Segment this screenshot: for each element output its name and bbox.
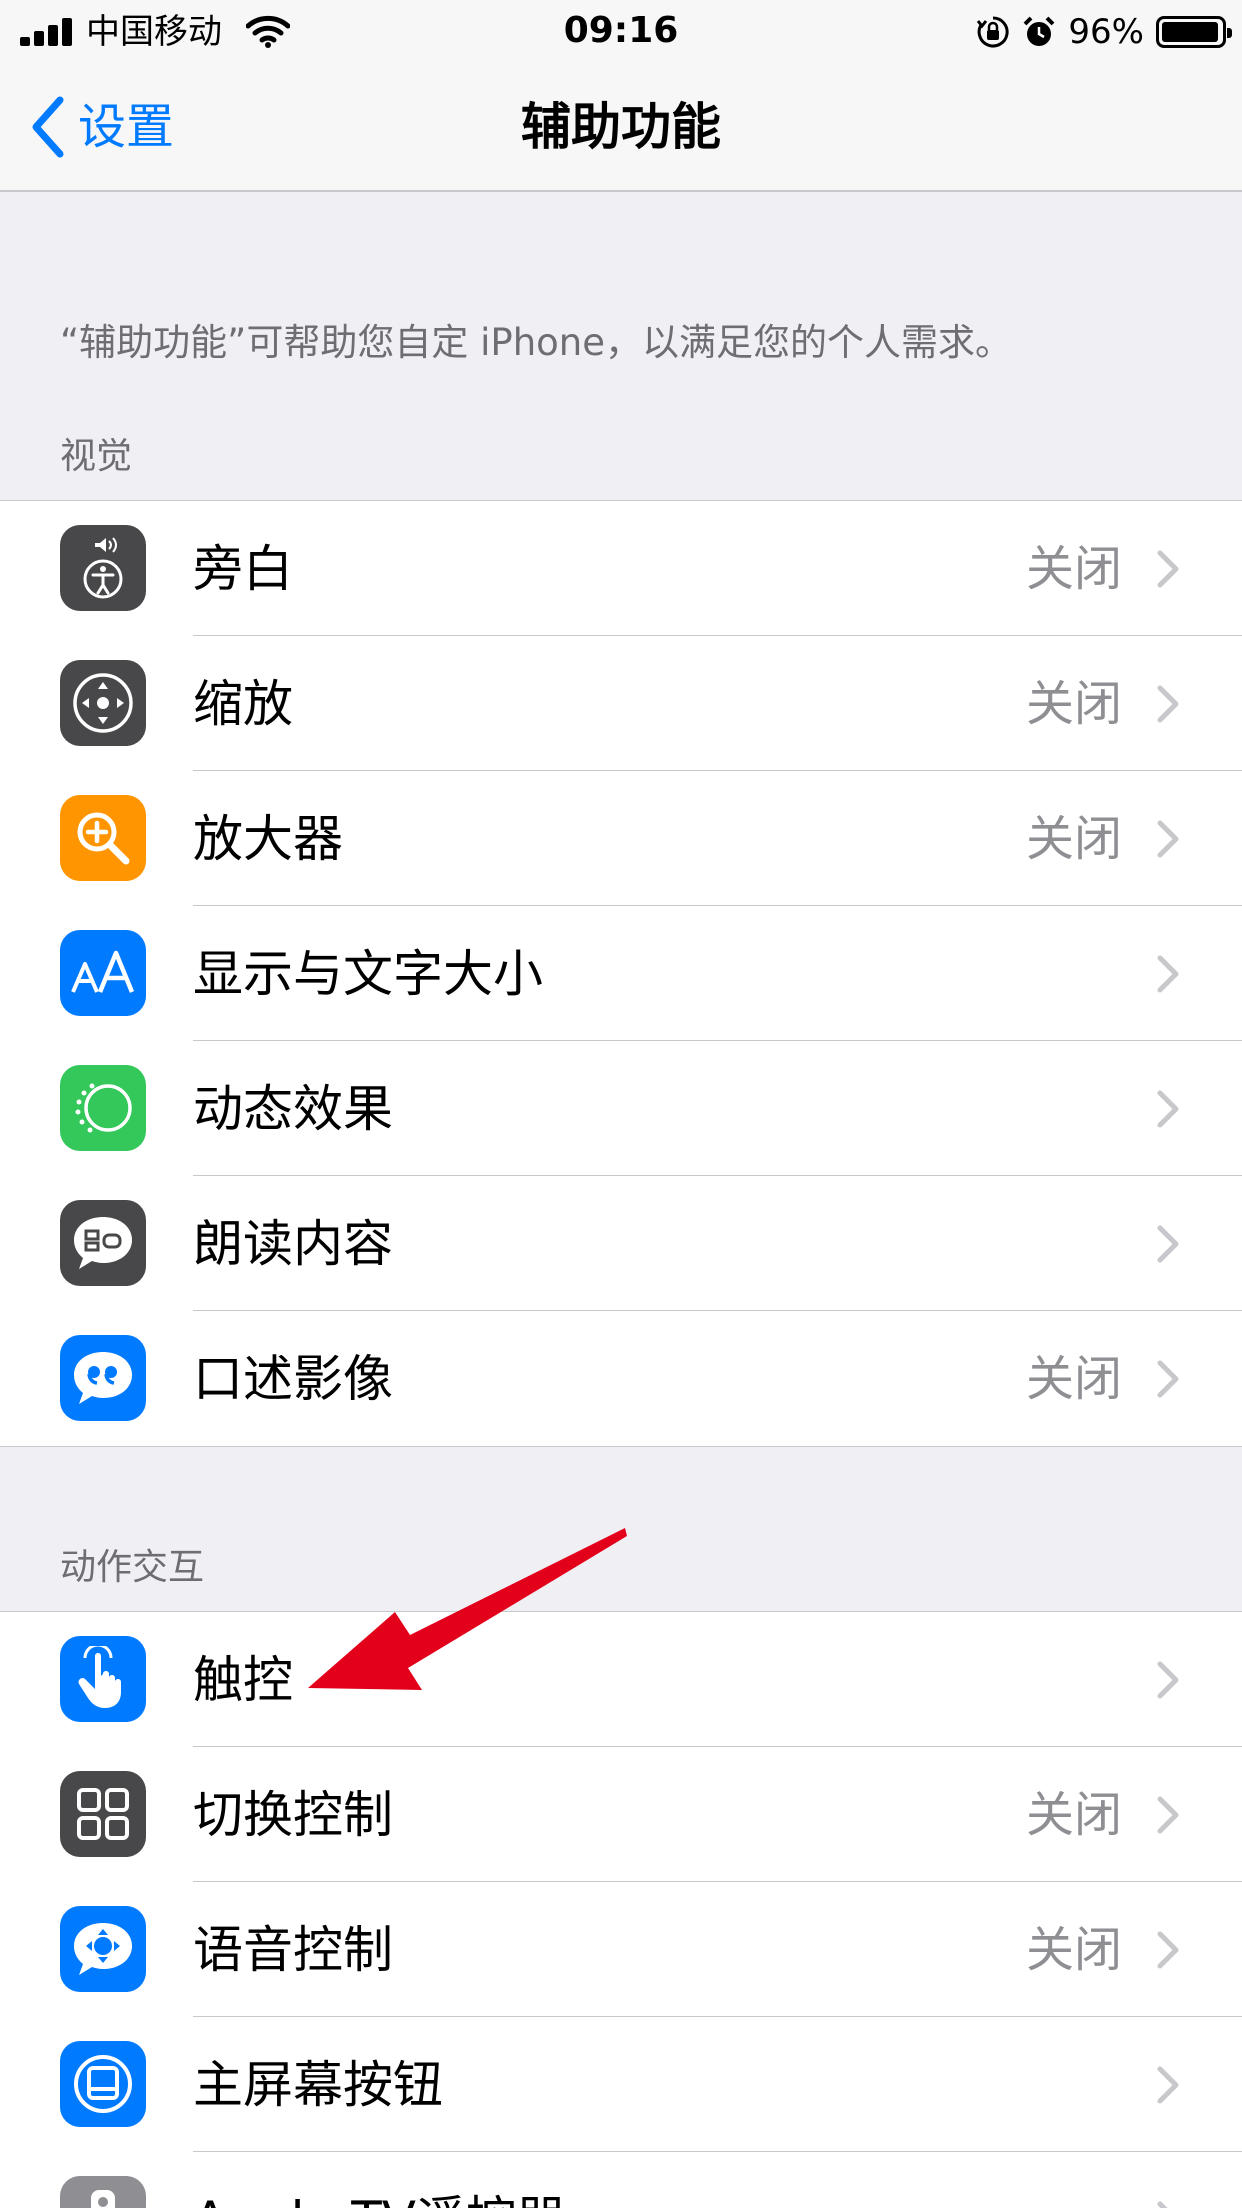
row-label: 朗读内容 [193, 1215, 393, 1273]
row-switch-control[interactable]: 切换控制 关闭 [0, 1747, 1242, 1882]
page-title: 辅助功能 [521, 98, 721, 156]
annotation-arrow-icon [308, 1528, 627, 1690]
row-motion[interactable]: 动态效果 [0, 1041, 1242, 1176]
row-label: 显示与文字大小 [193, 945, 543, 1003]
row-value: 关闭 [1025, 1351, 1122, 1407]
row-value: 关闭 [1025, 1787, 1122, 1843]
battery-percentage: 96% [1068, 12, 1144, 52]
navigation-bar: 设置 辅助功能 [0, 62, 1242, 192]
chevron-right-icon [1157, 820, 1179, 858]
voiceover-icon [60, 525, 146, 611]
chevron-right-icon [1157, 2066, 1179, 2104]
battery-fill [1162, 22, 1218, 42]
row-voice-control[interactable]: 语音控制 关闭 [0, 1882, 1242, 2017]
section-header-physical-motor: 动作交互 [60, 1547, 205, 1588]
row-apple-tv-remote[interactable]: Apple TV遥控器 [0, 2152, 1242, 2208]
battery-icon [1156, 16, 1232, 48]
chevron-right-icon [1157, 1661, 1179, 1699]
orientation-lock-icon [977, 16, 1010, 48]
text-size-icon [60, 930, 146, 1016]
zoom-icon [60, 660, 146, 746]
row-label: 缩放 [193, 675, 293, 733]
quote-bubble-icon [60, 1335, 146, 1421]
settings-group-physical-motor: 触控 切换控制 关闭 语音控制 关闭 主屏幕按钮 [0, 1611, 1242, 2208]
remote-icon [60, 2176, 146, 2208]
motion-icon [60, 1065, 146, 1151]
settings-group-vision: 旁白 关闭 缩放 关闭 放大器 关闭 显示与文字大小 动态效果 朗读内容 口述影… [0, 500, 1242, 1447]
row-spoken-content[interactable]: 朗读内容 [0, 1176, 1242, 1311]
row-value: 关闭 [1025, 811, 1122, 867]
home-button-icon [60, 2041, 146, 2127]
speech-bubble-icon [60, 1200, 146, 1286]
row-audio-descriptions[interactable]: 口述影像 关闭 [0, 1311, 1242, 1446]
row-label: 动态效果 [193, 1080, 393, 1138]
row-label: 触控 [193, 1651, 293, 1709]
status-bar: 中国移动 09:16 96% [0, 0, 1242, 62]
hand-pointer-icon [60, 1636, 146, 1722]
chevron-right-icon [1157, 685, 1179, 723]
row-zoom[interactable]: 缩放 关闭 [0, 636, 1242, 771]
row-label: 放大器 [193, 810, 343, 868]
row-display-text-size[interactable]: 显示与文字大小 [0, 906, 1242, 1041]
chevron-right-icon [1157, 1360, 1179, 1398]
row-label: 口述影像 [193, 1350, 393, 1408]
chevron-right-icon [1157, 1090, 1179, 1128]
row-magnifier[interactable]: 放大器 关闭 [0, 771, 1242, 906]
row-label: 语音控制 [193, 1921, 393, 1979]
chevron-right-icon [1157, 1931, 1179, 1969]
voice-control-icon [60, 1906, 146, 1992]
chevron-right-icon [1157, 550, 1179, 588]
magnifier-icon [60, 795, 146, 881]
section-header-vision: 视觉 [60, 436, 133, 477]
chevron-right-icon [1157, 2201, 1168, 2208]
row-label: Apple TV遥控器 [193, 2187, 566, 2208]
row-value: 关闭 [1025, 1922, 1122, 1978]
intro-text: “辅助功能”可帮助您自定 iPhone，以满足您的个人需求。 [60, 321, 1012, 364]
chevron-right-icon [1157, 1225, 1179, 1263]
chevron-right-icon [1157, 1796, 1179, 1834]
grid-icon [60, 1771, 146, 1857]
row-label: 旁白 [193, 540, 293, 598]
chevron-right-icon [1157, 955, 1179, 993]
row-home-button[interactable]: 主屏幕按钮 [0, 2017, 1242, 2152]
row-value: 关闭 [1025, 676, 1122, 732]
row-value: 关闭 [1025, 541, 1122, 597]
alarm-icon [1024, 16, 1055, 46]
row-voiceover[interactable]: 旁白 关闭 [0, 501, 1242, 636]
row-label: 主屏幕按钮 [193, 2056, 443, 2114]
row-label: 切换控制 [193, 1786, 393, 1844]
status-right: 96% [976, 10, 1232, 54]
